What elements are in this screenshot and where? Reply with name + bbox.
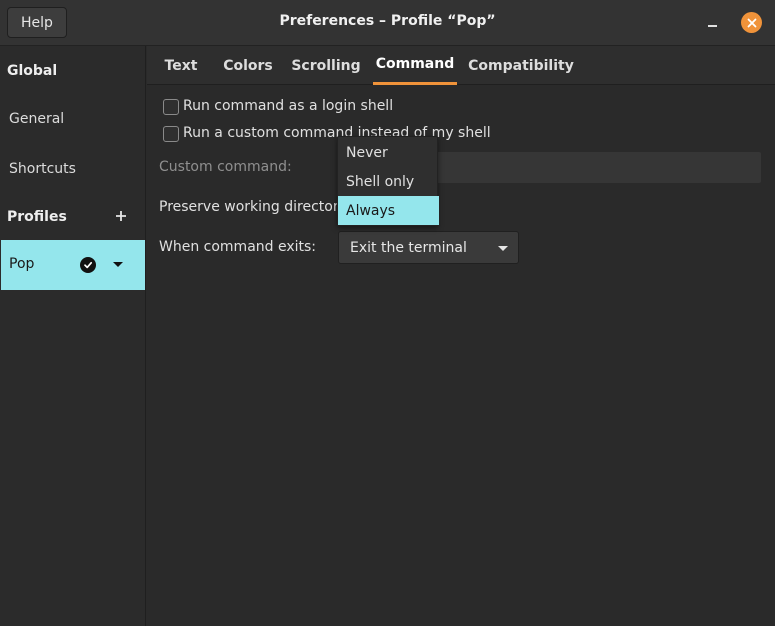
main-content: Text Colors Scrolling Command Compatibil…: [147, 46, 775, 626]
when-exits-dropdown[interactable]: Exit the terminal: [338, 231, 519, 264]
when-exits-value: Exit the terminal: [350, 240, 467, 256]
option-always[interactable]: Always: [338, 196, 439, 225]
sidebar-item-shortcuts[interactable]: Shortcuts: [9, 161, 76, 177]
option-shell-only[interactable]: Shell only: [338, 167, 439, 196]
profile-menu-chevron-down-icon[interactable]: [113, 262, 123, 267]
tab-colors[interactable]: Colors: [217, 46, 279, 85]
close-button[interactable]: [741, 12, 762, 33]
preserve-directory-label: Preserve working directory:: [159, 199, 351, 215]
sidebar-item-general[interactable]: General: [9, 111, 64, 127]
chevron-down-icon: [498, 246, 508, 251]
tab-bar: Text Colors Scrolling Command Compatibil…: [147, 46, 775, 85]
when-exits-label: When command exits:: [159, 239, 317, 255]
login-shell-label: Run command as a login shell: [183, 98, 394, 114]
tab-command[interactable]: Command: [373, 46, 457, 85]
window-title: Preferences – Profile “Pop”: [279, 13, 496, 29]
minimize-icon: [707, 25, 717, 27]
sidebar-heading-profiles: Profiles: [7, 209, 67, 225]
close-icon: [747, 18, 756, 27]
preserve-directory-popup: Never Shell only Always: [337, 136, 439, 226]
header-bar: Help Preferences – Profile “Pop”: [0, 0, 775, 46]
tab-scrolling[interactable]: Scrolling: [289, 46, 363, 85]
minimize-button[interactable]: [700, 11, 724, 35]
sidebar-heading-global: Global: [7, 63, 58, 79]
option-never[interactable]: Never: [338, 138, 439, 167]
add-profile-icon[interactable]: [114, 209, 128, 223]
custom-command-field-label: Custom command:: [159, 159, 292, 175]
custom-command-checkbox[interactable]: [163, 126, 179, 142]
profile-name: Pop: [9, 256, 35, 272]
tab-text[interactable]: Text: [157, 46, 205, 85]
login-shell-checkbox[interactable]: [163, 99, 179, 115]
sidebar-item-profile-pop[interactable]: Pop: [1, 240, 145, 290]
default-profile-check-icon: [80, 257, 96, 273]
tab-compatibility[interactable]: Compatibility: [468, 46, 574, 85]
sidebar: Global General Shortcuts Profiles Pop: [0, 46, 146, 626]
